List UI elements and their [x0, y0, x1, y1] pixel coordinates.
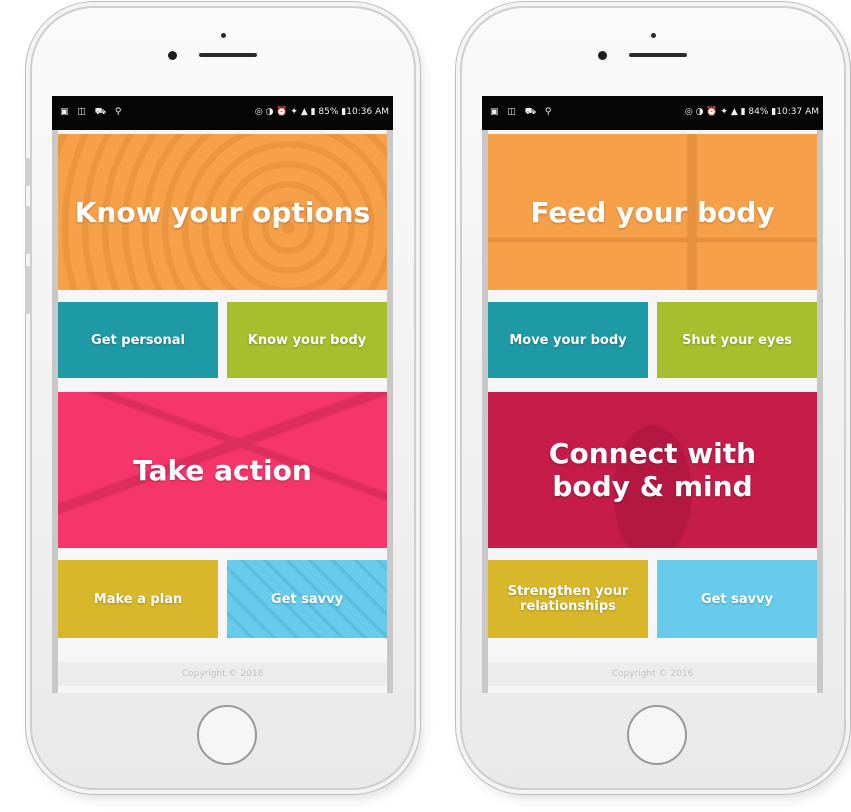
tile-get-savvy[interactable]: Get savvy: [657, 560, 817, 638]
tile-label: Move your body: [509, 332, 627, 348]
tile-label: Know your options: [74, 195, 371, 229]
mute-switch: [25, 158, 30, 186]
volume-up-button: [25, 206, 30, 254]
proximity-sensor: [221, 33, 226, 38]
tile-label-line1: Connect with: [548, 437, 757, 470]
tile-move-your-body[interactable]: Move your body: [488, 302, 648, 378]
proximity-sensor: [651, 33, 656, 38]
volume-down-button: [25, 266, 30, 314]
battery-percent: 85%: [318, 107, 339, 117]
status-bar: ▣ ◫ ⛟ ⚲ ◎ ◑ ⏰ ✦ ▲ ▮ 84% ▮10:37 AM: [482, 96, 823, 130]
phone-mockup-right: ▣ ◫ ⛟ ⚲ ◎ ◑ ⏰ ✦ ▲ ▮ 84% ▮10:37 AM Feed y…: [460, 6, 846, 790]
tile-get-personal[interactable]: Get personal: [58, 302, 218, 378]
app-home: Feed your body Move your body Shut your …: [488, 130, 817, 693]
tile-label-line1: Strengthen your: [507, 584, 629, 599]
tile-label: Get personal: [91, 332, 185, 348]
tile-label: Shut your eyes: [681, 332, 793, 348]
phone-mockup-left: ▣ ◫ ⛟ ⚲ ◎ ◑ ⏰ ✦ ▲ ▮ 85% ▮10:36 AM Know y…: [25, 6, 416, 790]
tile-feed-your-body[interactable]: Feed your body: [488, 134, 817, 290]
tile-connect-body-mind[interactable]: Connect with body & mind: [488, 392, 817, 548]
tile-shut-your-eyes[interactable]: Shut your eyes: [657, 302, 817, 378]
tile-make-a-plan[interactable]: Make a plan: [58, 560, 218, 638]
home-button[interactable]: [627, 705, 687, 765]
tile-get-savvy[interactable]: Get savvy: [227, 560, 387, 638]
tile-strengthen-relationships[interactable]: Strengthen your relationships: [488, 560, 648, 638]
tile-label: Feed your body: [530, 195, 775, 229]
tile-label: Know your body: [247, 332, 367, 348]
notification-icons: ▣ ◫ ⛟ ⚲: [60, 107, 125, 117]
tile-know-your-body[interactable]: Know your body: [227, 302, 387, 378]
tile-label-line2: relationships: [520, 599, 616, 614]
earpiece-speaker: [629, 53, 687, 57]
status-right: ◎ ◑ ⏰ ✦ ▲ ▮ 85% ▮10:36 AM: [254, 107, 389, 117]
copyright-footer: Copyright © 2016: [488, 662, 817, 686]
status-time: 10:36 AM: [346, 107, 389, 117]
battery-percent: 84%: [748, 107, 769, 117]
phone-screen: ▣ ◫ ⛟ ⚲ ◎ ◑ ⏰ ✦ ▲ ▮ 85% ▮10:36 AM Know y…: [52, 96, 393, 693]
front-camera: [598, 51, 607, 60]
earpiece-speaker: [199, 53, 257, 57]
status-bar: ▣ ◫ ⛟ ⚲ ◎ ◑ ⏰ ✦ ▲ ▮ 85% ▮10:36 AM: [52, 96, 393, 130]
home-button[interactable]: [197, 705, 257, 765]
tile-take-action[interactable]: Take action: [58, 392, 387, 548]
tile-label: Get savvy: [270, 591, 344, 607]
tile-label: Get savvy: [700, 591, 774, 607]
status-time: 10:37 AM: [776, 107, 819, 117]
tile-label: Make a plan: [93, 591, 183, 607]
front-camera: [168, 51, 177, 60]
tile-know-your-options[interactable]: Know your options: [58, 134, 387, 290]
tile-label-line2: body & mind: [552, 470, 753, 503]
notification-icons: ▣ ◫ ⛟ ⚲: [490, 107, 555, 117]
status-right: ◎ ◑ ⏰ ✦ ▲ ▮ 84% ▮10:37 AM: [684, 107, 819, 117]
app-home: Know your options Get personal Know your…: [58, 130, 387, 693]
copyright-footer: Copyright © 2016: [58, 662, 387, 686]
tile-label: Take action: [133, 453, 312, 487]
phone-screen: ▣ ◫ ⛟ ⚲ ◎ ◑ ⏰ ✦ ▲ ▮ 84% ▮10:37 AM Feed y…: [482, 96, 823, 693]
